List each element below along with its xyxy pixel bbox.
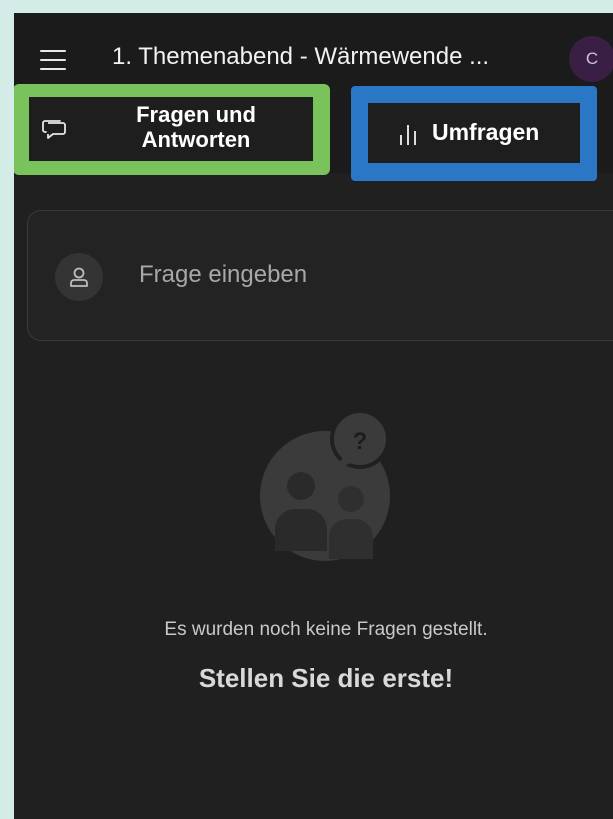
question-input-placeholder: Frage eingeben [139,261,308,288]
hamburger-icon[interactable] [40,50,66,70]
app-window: 1. Themenabend - Wärmewende ... C Fragen… [14,13,613,819]
speech-bubble-icon [42,120,66,139]
empty-state-call-to-action: Stellen Sie die erste! [198,663,454,693]
tab-questions-answers-body: Fragen und Antworten [29,97,313,161]
tab-questions-answers[interactable]: Fragen und Antworten [14,84,330,175]
avatar[interactable]: C [569,36,613,82]
tab-questions-answers-label: Fragen und Antworten [136,102,256,152]
tab-polls-label: Umfragen [432,119,540,145]
tab-polls[interactable]: Umfragen [351,86,597,181]
bar-chart-icon [400,125,416,145]
empty-state-message: Es wurden noch keine Fragen gestellt. [164,619,488,640]
tab-polls-body: Umfragen [368,103,580,163]
svg-text:?: ? [353,428,368,455]
event-title: 1. Themenabend - Wärmewende ... [112,43,490,70]
question-input[interactable]: Frage eingeben [27,210,613,341]
user-icon [55,253,103,301]
people-question-icon: ? [260,411,390,561]
